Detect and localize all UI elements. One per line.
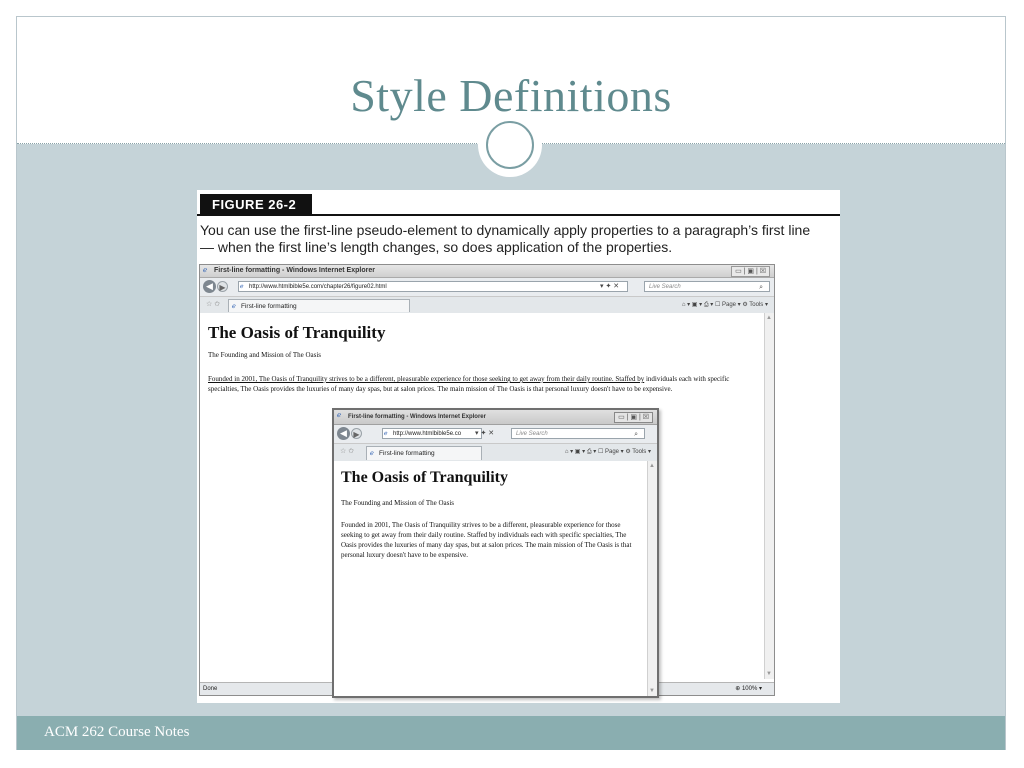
page-heading: The Oasis of Tranquility <box>341 469 508 486</box>
back-arrow-icon[interactable]: ◀ <box>203 280 216 293</box>
tab-label: First-line formatting <box>379 450 435 457</box>
tab-first-line-formatting[interactable]: ℯ First-line formatting <box>228 299 410 312</box>
page-subtitle: The Founding and Mission of The Oasis <box>341 499 455 507</box>
window-controls[interactable]: ▭ | ▣ | ☒ <box>614 412 653 423</box>
figure-label: FIGURE 26-2 <box>200 194 312 216</box>
vertical-scrollbar[interactable]: ▲ ▼ <box>764 313 774 679</box>
page-subtitle: The Founding and Mission of The Oasis <box>208 351 322 359</box>
page-icon: ℯ <box>240 284 244 290</box>
page-icon: ℯ <box>384 431 388 437</box>
page-paragraph: Founded in 2001, The Oasis of Tranquilit… <box>341 521 632 559</box>
tab-page-icon: ℯ <box>370 450 374 457</box>
url-field[interactable]: ℯ http://www.htmlbible5e.com/chapter26/f… <box>238 281 628 292</box>
search-icon[interactable]: ⌕ <box>759 282 763 293</box>
browser-window-small: ℯ First-line formatting - Windows Intern… <box>332 408 659 698</box>
page-paragraph: Founded in 2001, The Oasis of Tranquilit… <box>208 374 753 394</box>
paragraph-first-line: Founded in 2001, The Oasis of Tranquilit… <box>208 375 645 383</box>
zoom-icon: ⊕ <box>735 686 742 692</box>
window-titlebar: ℯ First-line formatting - Windows Intern… <box>334 410 657 425</box>
command-bar[interactable]: ⌂ ▾ ▣ ▾ ⎙ ▾ ☐ Page ▾ ⚙ Tools ▾ <box>682 300 768 310</box>
command-bar[interactable]: ⌂ ▾ ▣ ▾ ⎙ ▾ ☐ Page ▾ ⚙ Tools ▾ <box>565 447 651 457</box>
forward-arrow-icon[interactable]: ▶ <box>351 428 362 439</box>
refresh-stop-controls[interactable]: ▾ ✦ ✕ <box>475 428 494 439</box>
tab-bar: ☆ ✩ ℯ First-line formatting ⌂ ▾ ▣ ▾ ⎙ ▾ … <box>200 297 774 314</box>
back-arrow-icon[interactable]: ◀ <box>337 427 350 440</box>
window-title: First-line formatting - Windows Internet… <box>348 414 486 420</box>
search-placeholder: Live Search <box>649 284 681 290</box>
scroll-down-icon[interactable]: ▼ <box>649 688 655 694</box>
page-heading: The Oasis of Tranquility <box>208 323 386 342</box>
tab-page-icon: ℯ <box>232 303 236 310</box>
search-input[interactable]: Live Search ⌕ <box>511 428 645 439</box>
window-title: First-line formatting - Windows Internet… <box>214 267 375 274</box>
figure-caption: You can use the first-line pseudo-elemen… <box>200 222 811 255</box>
forward-arrow-icon[interactable]: ▶ <box>217 281 228 292</box>
url-field[interactable]: ℯ http://www.htmlbible5e.co <box>382 428 482 439</box>
favorites-star-icon[interactable]: ☆ ✩ <box>206 300 220 310</box>
favorites-star-icon[interactable]: ☆ ✩ <box>340 447 354 457</box>
status-text: Done <box>203 686 218 692</box>
search-input[interactable]: Live Search ⌕ <box>644 281 770 292</box>
ie-logo-icon: ℯ <box>337 412 342 419</box>
tab-bar: ☆ ✩ ℯ First-line formatting ⌂ ▾ ▣ ▾ ⎙ ▾ … <box>334 444 657 462</box>
scroll-up-icon[interactable]: ▲ <box>649 463 655 469</box>
figure-image: FIGURE 26-2 You can use the first-line p… <box>197 190 840 703</box>
footer-text: ACM 262 Course Notes <box>44 724 190 740</box>
vertical-scrollbar[interactable]: ▲ ▼ <box>647 461 657 696</box>
tab-label: First-line formatting <box>241 303 297 310</box>
zoom-value: 100% <box>741 686 758 692</box>
window-titlebar: ℯ First-line formatting - Windows Intern… <box>200 265 774 278</box>
window-controls[interactable]: ▭ | ▣ | ☒ <box>731 266 770 277</box>
search-icon[interactable]: ⌕ <box>634 429 638 440</box>
refresh-stop-controls[interactable]: ▾ ✦ ✕ <box>600 281 619 292</box>
search-placeholder: Live Search <box>516 431 548 437</box>
tab-first-line-formatting[interactable]: ℯ First-line formatting <box>366 446 482 460</box>
url-text: http://www.htmlbible5e.co <box>393 431 462 437</box>
url-text: http://www.htmlbible5e.com/chapter26/fig… <box>249 284 387 290</box>
page-viewport: The Oasis of Tranquility The Founding an… <box>334 461 648 696</box>
address-bar: ◀ ▶ ℯ http://www.htmlbible5e.co ▾ ✦ ✕ Li… <box>334 425 657 444</box>
ring-ornament-icon <box>486 121 534 169</box>
ie-logo-icon: ℯ <box>203 267 208 274</box>
scroll-up-icon[interactable]: ▲ <box>766 315 772 321</box>
scroll-down-icon[interactable]: ▼ <box>766 671 772 677</box>
address-bar: ◀ ▶ ℯ http://www.htmlbible5e.com/chapter… <box>200 278 774 297</box>
zoom-level[interactable]: ⊕ 100% ▾ <box>735 683 762 695</box>
